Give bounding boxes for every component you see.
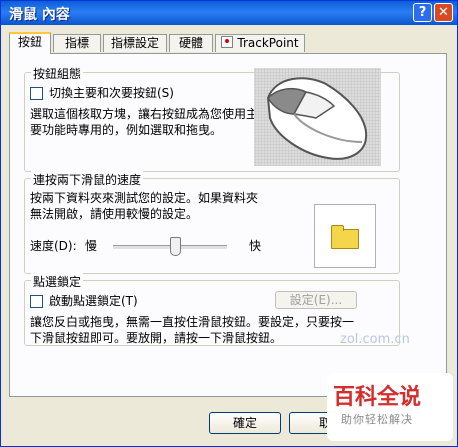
zol-watermark: zol.com.cn: [340, 332, 410, 347]
click-lock-settings-button[interactable]: 設定(E)...: [275, 291, 357, 309]
tab-hardware[interactable]: 硬體: [169, 34, 213, 52]
click-lock-description-2: 下滑鼠按鈕即可。要放開，請按一下滑鼠按鈕。: [30, 331, 283, 345]
button-config-description-2: 要功能時專用的，例如選取和拖曳。: [30, 123, 223, 137]
button-configuration-title: 按鈕組態: [31, 65, 84, 82]
slow-label: 慢: [85, 239, 98, 253]
close-icon: ✕: [438, 5, 449, 20]
speed-slider-thumb[interactable]: [170, 237, 182, 256]
brand-watermark-title: 百科全说: [333, 385, 422, 410]
speed-label: 速度(D):: [30, 239, 77, 253]
double-click-speed-title: 連按兩下滑鼠的速度: [31, 171, 144, 188]
click-lock-title: 點選鎖定: [31, 273, 84, 290]
tab-pointer-options[interactable]: 指標設定: [103, 34, 167, 52]
click-lock-checkbox[interactable]: [30, 295, 43, 308]
ok-button[interactable]: 確定: [209, 412, 281, 434]
title-bar[interactable]: 滑鼠 內容 ? ✕: [1, 1, 457, 25]
double-click-description-2: 無法開啟，請使用較慢的設定。: [30, 207, 199, 221]
switch-buttons-checkbox[interactable]: [30, 87, 43, 100]
tab-trackpoint[interactable]: TrackPoint: [215, 34, 305, 52]
brand-watermark: 百科全说 助你轻松解决: [327, 373, 453, 441]
tab-panel: 按鈕組態 切換主要和次要按鈕(S) 選取這個核取方塊，讓右按鈕成為您使用主 要功…: [9, 53, 447, 397]
test-folder-area[interactable]: [314, 204, 376, 268]
click-lock-description-1: 讓您反白或拖曳，無需一直按住滑鼠按鈕。要設定，只要按一: [30, 315, 355, 329]
help-icon: ?: [418, 5, 427, 20]
window-title: 滑鼠 內容: [9, 7, 70, 23]
fast-label: 快: [249, 239, 262, 253]
click-lock-label[interactable]: 啟動點選鎖定(T): [49, 294, 138, 309]
mouse-properties-window: 滑鼠 內容 ? ✕ 按鈕 指標 指標設定 硬體 TrackPoint 按鈕組態 …: [0, 0, 458, 447]
trackpoint-icon: [221, 36, 234, 48]
close-button[interactable]: ✕: [434, 3, 453, 22]
tab-pointers[interactable]: 指標: [53, 34, 101, 52]
button-config-description-1: 選取這個核取方塊，讓右按鈕成為您使用主: [30, 107, 259, 121]
help-button[interactable]: ?: [413, 3, 432, 22]
switch-buttons-label[interactable]: 切換主要和次要按鈕(S): [49, 86, 174, 101]
mouse-image: [254, 68, 381, 166]
brand-watermark-subtitle: 助你轻松解决: [341, 413, 413, 426]
folder-icon[interactable]: [331, 225, 359, 249]
tab-buttons[interactable]: 按鈕: [9, 32, 51, 54]
double-click-description-1: 按兩下資料夾來測試您的設定。如果資料夾: [30, 191, 259, 205]
mouse-icon: [266, 77, 368, 160]
